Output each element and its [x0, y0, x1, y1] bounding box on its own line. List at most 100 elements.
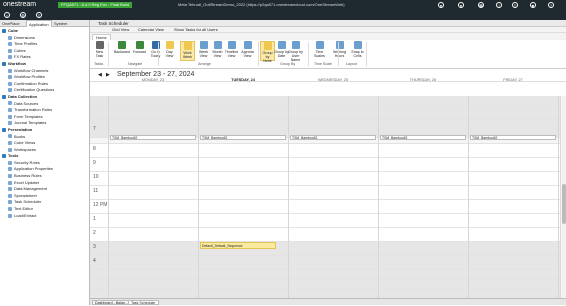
tree-item[interactable]: Excel Updater: [0, 180, 89, 187]
time-slot[interactable]: [90, 280, 560, 290]
hour-row[interactable]: [90, 228, 560, 242]
ribbon-icon: [117, 41, 126, 49]
hour-label: 9: [93, 160, 96, 166]
tree-item[interactable]: Books: [0, 134, 89, 141]
tree-item[interactable]: Tools: [0, 153, 89, 160]
ribbon-group-label: Group By: [280, 62, 296, 66]
ribbon-button[interactable]: Go to Today: [148, 41, 163, 61]
help-icon[interactable]: ?: [548, 2, 554, 8]
folder-icon: [2, 94, 6, 99]
ribbon-button[interactable]: Working Hours: [332, 41, 347, 61]
tree-item[interactable]: Application Properties: [0, 166, 89, 173]
tree-item[interactable]: FX Rates: [0, 54, 89, 61]
item-icon: [8, 81, 12, 86]
all-day-event[interactable]: TSM_Bamboo52: [200, 135, 286, 140]
tree-item[interactable]: Dimensions: [0, 35, 89, 42]
day-column-line: [288, 96, 289, 298]
tree-item[interactable]: Load/Extract: [0, 213, 89, 220]
ribbon-button[interactable]: Month View: [210, 41, 225, 61]
nav-icon-bar: ⌂ ⚙ ≡: [0, 10, 566, 20]
ribbon-button-label: Month View: [212, 50, 223, 58]
tree-item[interactable]: Cube Views: [0, 140, 89, 147]
ribbon-button[interactable]: Work Week: [180, 41, 195, 61]
all-day-event[interactable]: TSM_Bamboo52: [110, 135, 196, 140]
hour-row[interactable]: [90, 242, 560, 256]
tree-item[interactable]: Business Rules: [0, 173, 89, 180]
all-day-event[interactable]: TSM_Bamboo52: [290, 135, 376, 140]
tree-item[interactable]: Security Roles: [0, 160, 89, 167]
ribbon-button[interactable]: Time Scales: [312, 41, 327, 61]
hour-row[interactable]: [90, 172, 560, 186]
task-scheduler-tab[interactable]: Task Scheduler: [128, 300, 159, 305]
grid-icon[interactable]: ▦: [478, 2, 484, 8]
tree-item-label: Tools: [8, 153, 19, 159]
tab-oneplace[interactable]: OnePlace: [0, 20, 22, 27]
ribbon-button[interactable]: Group by User Name: [288, 41, 303, 62]
tree-item[interactable]: Workflow: [0, 61, 89, 68]
tree-item[interactable]: Spreadsheet: [0, 193, 89, 200]
tree-item[interactable]: Time Profiles: [0, 41, 89, 48]
tree-item[interactable]: Workspaces: [0, 147, 89, 154]
tree-item[interactable]: Journal Templates: [0, 120, 89, 127]
tree-item[interactable]: Certification Questions: [0, 87, 89, 94]
ribbon-icon: [165, 41, 174, 49]
ribbon-button[interactable]: Timeline View: [224, 41, 239, 61]
tab-application[interactable]: Application: [26, 20, 52, 27]
menu-icon[interactable]: ≡: [36, 12, 42, 18]
item-icon: [8, 180, 12, 185]
hour-row[interactable]: [90, 144, 560, 158]
tree-item[interactable]: Cube: [0, 28, 89, 35]
tree-item[interactable]: Data Collection: [0, 94, 89, 101]
hour-row[interactable]: [90, 214, 560, 228]
item-icon: [8, 101, 12, 106]
hour-row[interactable]: [90, 158, 560, 172]
users-icon[interactable]: ●: [458, 2, 464, 8]
tree-item[interactable]: Transformation Rules: [0, 107, 89, 114]
ribbon-button[interactable]: Backward: [114, 41, 130, 61]
vertical-scrollbar[interactable]: [560, 96, 566, 298]
date-range: September 23 - 27, 2024: [117, 71, 195, 78]
ribbon-button[interactable]: New Task: [92, 41, 107, 61]
hour-row[interactable]: [90, 256, 560, 270]
tree-item[interactable]: Text Editor: [0, 206, 89, 213]
ribbon-button-label: Backward: [114, 50, 130, 54]
tree-item[interactable]: Form Templates: [0, 114, 89, 121]
all-day-event[interactable]: TSM_Bamboo52: [470, 135, 556, 140]
tree-item[interactable]: Workflow Channels: [0, 68, 89, 75]
ribbon-button[interactable]: Group by Date: [274, 41, 289, 61]
time-slot[interactable]: [90, 96, 560, 108]
phone-icon[interactable]: ▯: [512, 2, 518, 8]
ribbon-button-label: Group by None: [262, 51, 273, 63]
scroll-thumb[interactable]: [562, 184, 566, 224]
hour-label: 12 PM: [93, 202, 108, 208]
scheduled-task-event[interactable]: Default_Default_Sequence: [200, 242, 276, 249]
tab-system[interactable]: System: [52, 20, 69, 27]
settings-icon[interactable]: ⚙: [20, 12, 26, 18]
time-slot[interactable]: [90, 270, 560, 280]
ribbon-button[interactable]: Group by None: [260, 41, 275, 63]
home-icon[interactable]: ⌂: [4, 12, 10, 18]
time-slot[interactable]: [90, 108, 560, 120]
lock-icon[interactable]: ■: [530, 2, 536, 8]
tree-item[interactable]: Task Scheduler: [0, 199, 89, 206]
hour-row[interactable]: [90, 200, 560, 214]
ribbon-icon: [243, 41, 252, 49]
tree-item[interactable]: Workflow Profiles: [0, 74, 89, 81]
bell-icon[interactable]: !: [496, 2, 502, 8]
tree-item[interactable]: Cubes: [0, 48, 89, 55]
ribbon-button[interactable]: Day View: [162, 41, 177, 61]
user-icon[interactable]: ●: [438, 2, 444, 8]
tree-item[interactable]: Presentation: [0, 127, 89, 134]
ribbon-button[interactable]: Week View: [196, 41, 211, 61]
tree-item[interactable]: Data Management: [0, 186, 89, 193]
tree-item-label: Application Properties: [14, 166, 53, 172]
ribbon-button[interactable]: Agenda View: [240, 41, 255, 61]
hour-row[interactable]: [90, 186, 560, 200]
dashboard-tab[interactable]: Dashboard - Balan...: [92, 300, 131, 305]
prev-week-icon[interactable]: ◀: [98, 72, 102, 78]
all-day-event[interactable]: TSM_Bamboo52: [380, 135, 466, 140]
ribbon-button[interactable]: Snap to Cells: [350, 41, 365, 61]
tree-item[interactable]: Confirmation Rules: [0, 81, 89, 88]
tree-item[interactable]: Data Sources: [0, 101, 89, 108]
ribbon-button[interactable]: Forward: [132, 41, 147, 61]
